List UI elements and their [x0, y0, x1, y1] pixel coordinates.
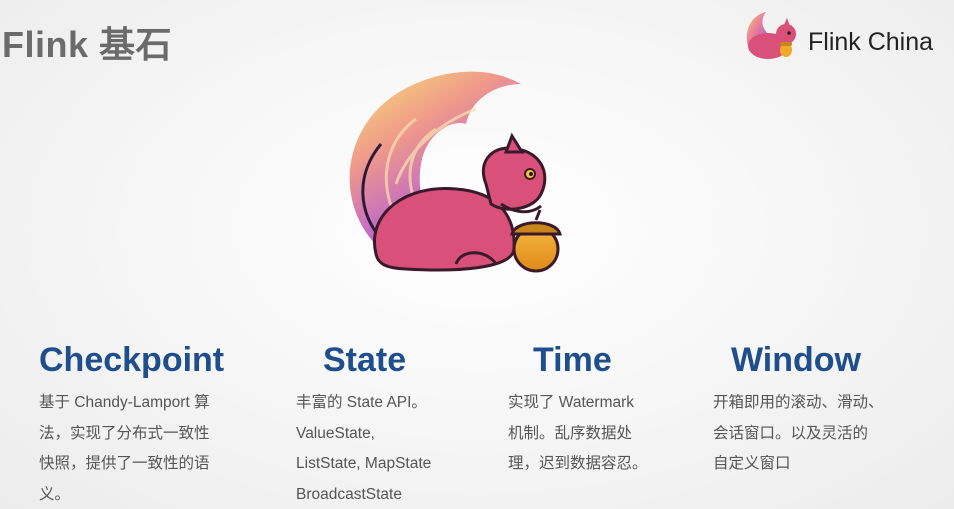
- column-checkpoint: Checkpoint 基于 Chandy-Lamport 算 法，实现了分布式一…: [39, 340, 239, 509]
- column-line: 会话窗口。以及灵活的: [713, 424, 869, 442]
- column-line: 开箱即用的滚动、滑动、: [713, 394, 884, 411]
- column-line: 基于 Chandy-Lamport 算: [39, 394, 210, 411]
- squirrel-logo-icon: [746, 12, 796, 59]
- slide-title: Flink 基石: [2, 24, 173, 65]
- column-line: 自定义窗口: [713, 455, 791, 472]
- column-heading: State: [323, 341, 407, 379]
- column-line: 理，迟到数据容忍。: [508, 455, 648, 472]
- column-line: 法，实现了分布式一致性: [39, 424, 210, 442]
- column-line: 实现了 Watermark: [508, 394, 635, 411]
- column-line: ListState, MapState: [296, 455, 432, 472]
- column-time: Time 实现了 Watermark 机制。乱序数据处 理，迟到数据容忍。: [508, 340, 668, 480]
- column-heading: Window: [731, 341, 861, 379]
- column-state: State 丰富的 State API。 ValueState, ListSta…: [296, 340, 466, 509]
- slide: Flink 基石 Flink China Checkpoint 基于 Chand…: [0, 0, 954, 509]
- column-body: 开箱即用的滚动、滑动、 会话窗口。以及灵活的 自定义窗口: [713, 388, 913, 480]
- column-line: ValueState,: [296, 424, 375, 442]
- column-body: 实现了 Watermark 机制。乱序数据处 理，迟到数据容忍。: [508, 388, 668, 480]
- brand: Flink China: [742, 6, 948, 62]
- column-window: Window 开箱即用的滚动、滑动、 会话窗口。以及灵活的 自定义窗口: [713, 340, 913, 480]
- column-body: 丰富的 State API。 ValueState, ListState, Ma…: [296, 388, 466, 509]
- flink-squirrel-icon: [349, 71, 562, 273]
- column-line: 机制。乱序数据处: [508, 424, 633, 442]
- column-heading: Checkpoint: [39, 341, 225, 379]
- column-line: 义。: [39, 485, 71, 503]
- column-heading: Time: [533, 341, 612, 379]
- brand-text: Flink China: [808, 28, 934, 56]
- column-line: 快照，提供了一致性的语: [39, 455, 210, 472]
- column-line: 丰富的 State API。: [296, 394, 427, 411]
- column-body: 基于 Chandy-Lamport 算 法，实现了分布式一致性 快照，提供了一致…: [39, 388, 239, 509]
- column-line: BroadcastState: [296, 485, 402, 503]
